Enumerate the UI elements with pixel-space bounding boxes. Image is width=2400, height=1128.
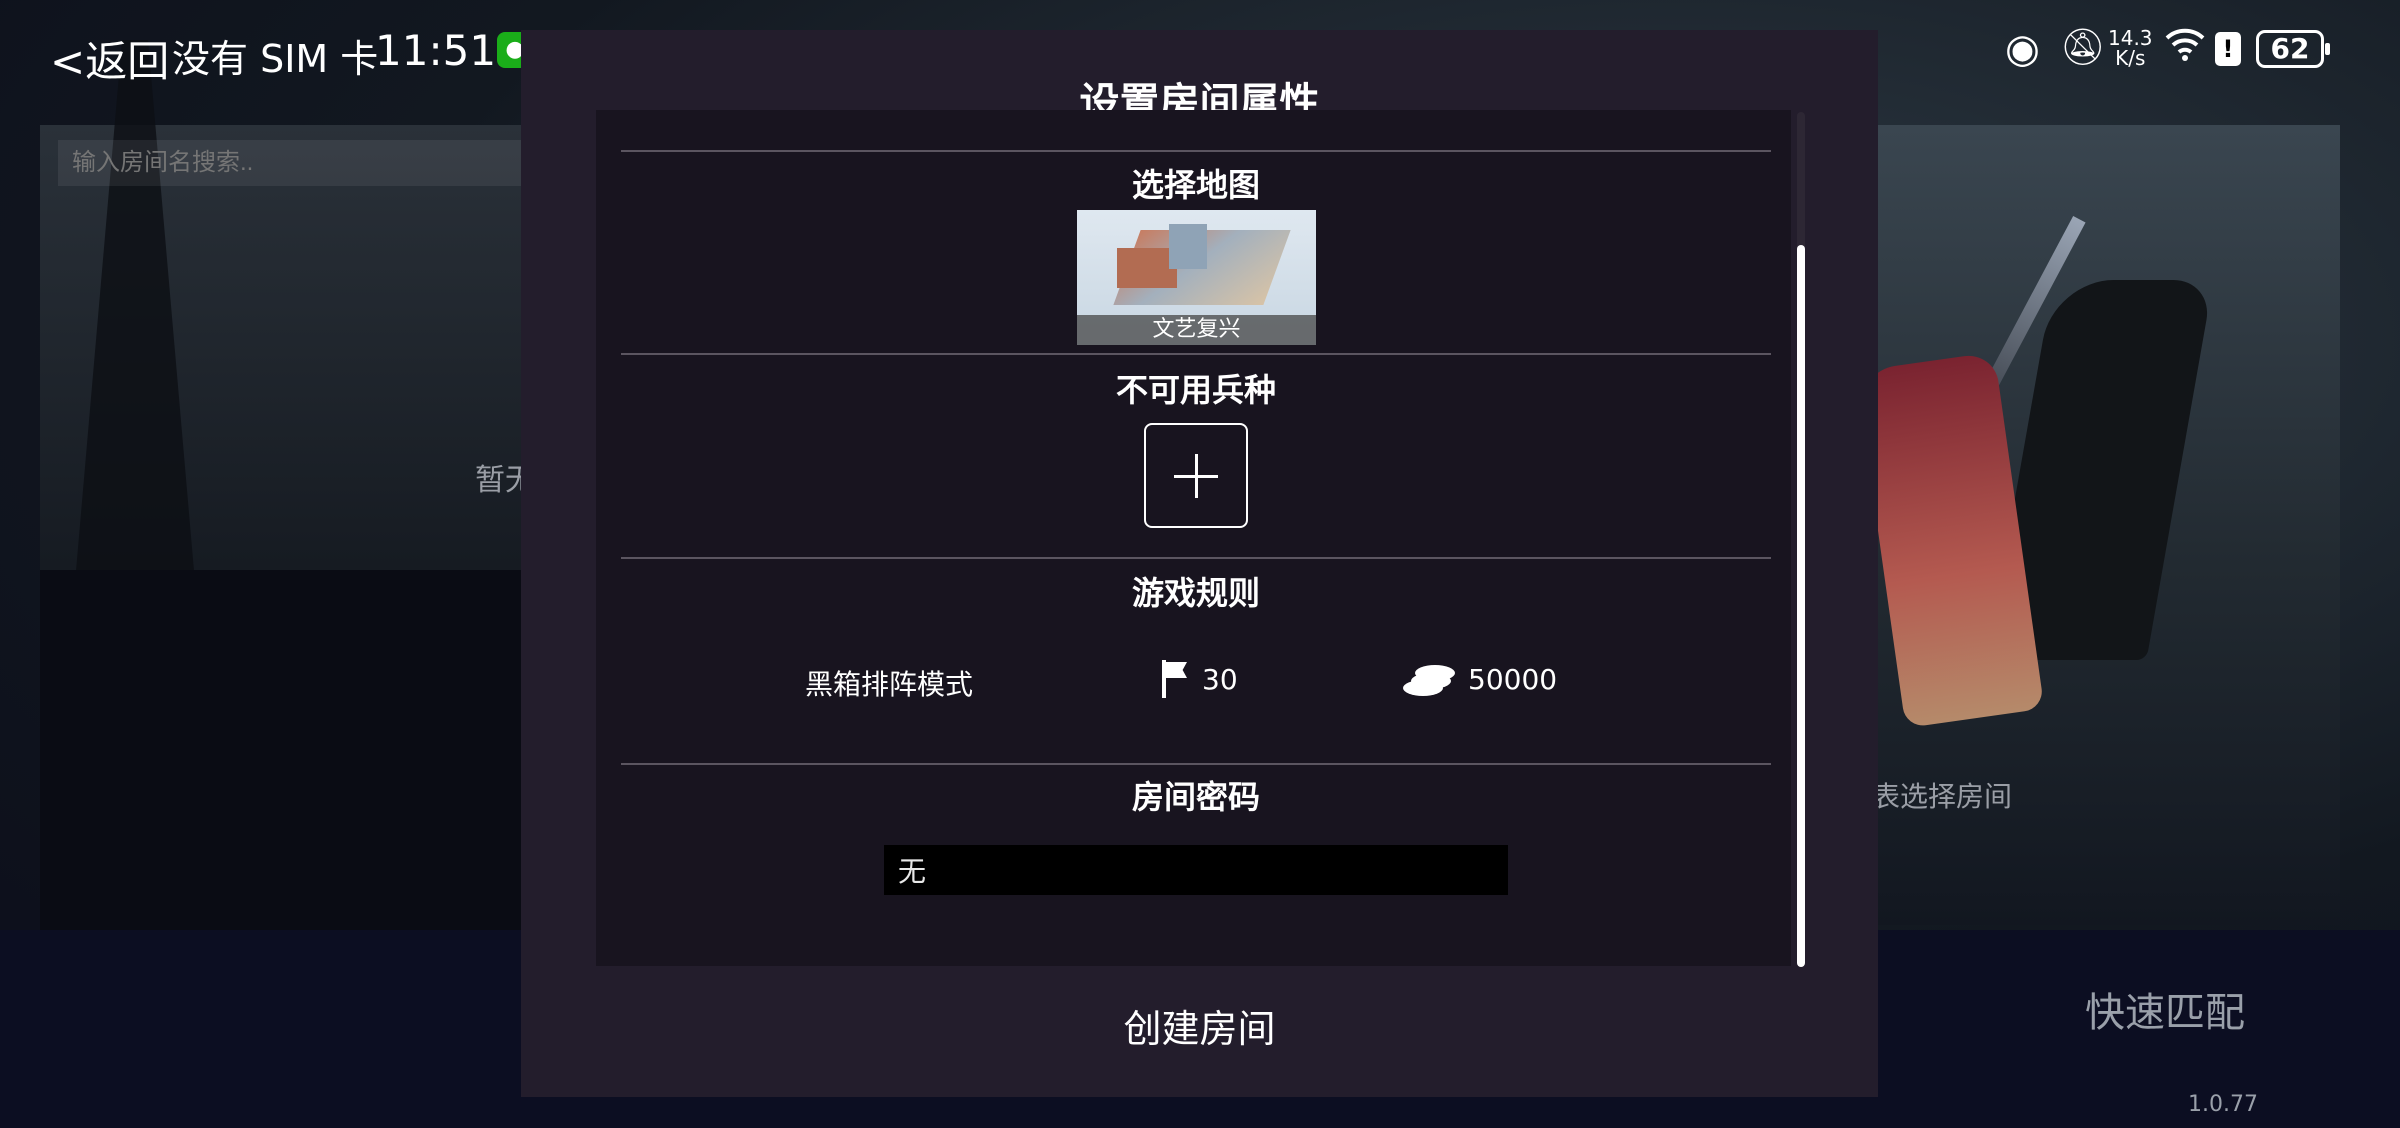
map-section-title: 选择地图 bbox=[1131, 166, 1260, 204]
divider bbox=[621, 150, 1771, 152]
add-disabled-unit-button[interactable] bbox=[1144, 423, 1248, 528]
flag-icon bbox=[1160, 660, 1190, 698]
wifi-icon bbox=[2165, 26, 2205, 76]
scrollbar-thumb[interactable] bbox=[1797, 245, 1805, 967]
network-speed: 14.3 K/s bbox=[2108, 28, 2153, 78]
clock: 11:51 bbox=[375, 26, 497, 75]
gold-value[interactable]: 50000 bbox=[1468, 663, 1557, 696]
divider bbox=[621, 763, 1771, 765]
eye-icon: ◉ bbox=[2005, 26, 2040, 72]
game-mode-label[interactable]: 黑箱排阵模式 bbox=[805, 663, 973, 703]
divider bbox=[621, 557, 1771, 559]
unit-limit-value[interactable]: 30 bbox=[1202, 663, 1238, 696]
coins-icon bbox=[1403, 664, 1457, 696]
network-speed-value: 14.3 bbox=[2108, 26, 2153, 50]
bell-off-icon: 🔕︎ bbox=[2060, 27, 2106, 68]
map-thumbnail[interactable]: 文艺复兴 bbox=[1077, 210, 1316, 345]
disabled-units-title: 不可用兵种 bbox=[1115, 371, 1276, 409]
room-search-input[interactable] bbox=[58, 140, 528, 186]
create-room-button[interactable]: 创建房间 bbox=[521, 990, 1878, 1060]
alert-icon: ! bbox=[2215, 32, 2241, 66]
map-name: 文艺复兴 bbox=[1077, 315, 1316, 345]
version-label: 1.0.77 bbox=[2188, 1092, 2258, 1117]
carrier-label: 没有 SIM 卡 bbox=[172, 37, 379, 81]
back-button[interactable]: <返回 bbox=[50, 28, 169, 89]
map-preview-block bbox=[1169, 224, 1207, 269]
room-password-title: 房间密码 bbox=[1131, 778, 1260, 816]
select-room-hint: 表选择房间 bbox=[1872, 780, 2013, 813]
divider bbox=[621, 353, 1771, 355]
quick-match-button[interactable]: 快速匹配 bbox=[2085, 980, 2245, 1038]
game-rules-title: 游戏规则 bbox=[1131, 574, 1260, 612]
network-speed-unit: K/s bbox=[2115, 46, 2146, 70]
room-password-input[interactable] bbox=[884, 845, 1508, 895]
game-screen: 暂无 表选择房间 快速匹配 1.0.77 <返回 没有 SIM 卡 11:51 … bbox=[0, 0, 2400, 1128]
battery-icon: 62 bbox=[2256, 30, 2330, 68]
plus-icon bbox=[1174, 453, 1218, 498]
map-preview-block bbox=[1117, 248, 1177, 288]
